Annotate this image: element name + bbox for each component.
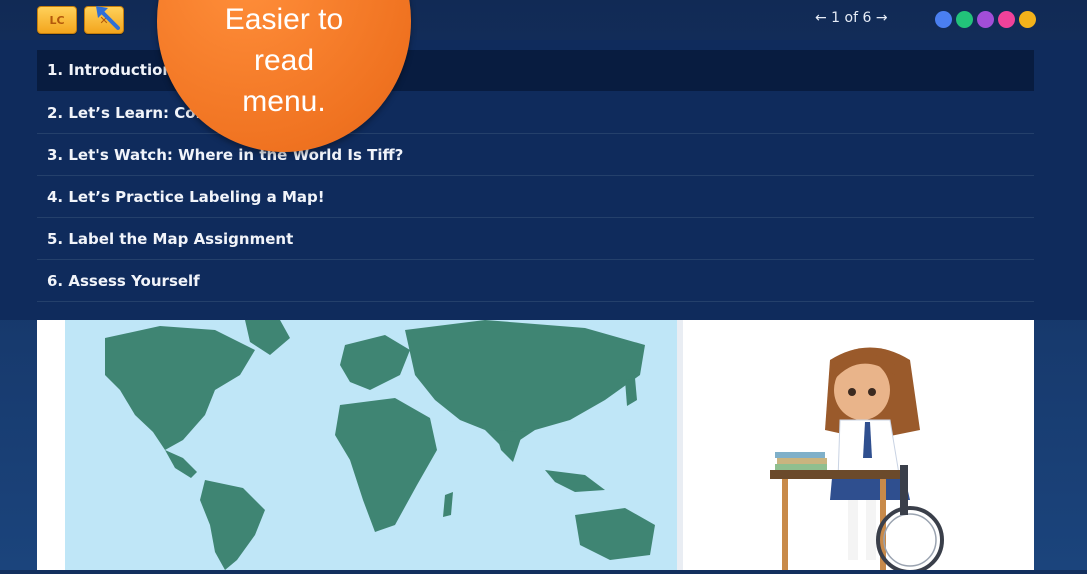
- menu-item-lets-practice[interactable]: 4. Let’s Practice Labeling a Map!: [37, 177, 1034, 218]
- callout-line: menu.: [242, 85, 326, 118]
- callout-line: read: [253, 44, 315, 77]
- progress-dot[interactable]: [977, 11, 994, 28]
- callout-line: Easier to: [224, 3, 344, 36]
- progress-dot[interactable]: [998, 11, 1015, 28]
- menu-item-assess-yourself[interactable]: 6. Assess Yourself: [37, 261, 1034, 302]
- world-map-image: [65, 320, 677, 570]
- menu-item-lets-watch[interactable]: 3. Let's Watch: Where in the World Is Ti…: [37, 135, 1034, 176]
- progress-dot[interactable]: [1019, 11, 1036, 28]
- page-indicator[interactable]: ← 1 of 6 →: [815, 10, 888, 26]
- student-illustration: [760, 340, 980, 574]
- progress-dot[interactable]: [956, 11, 973, 28]
- pointer-arrow-icon: [96, 6, 120, 30]
- panel-divider: [677, 320, 683, 570]
- menu-item-label-map-assignment[interactable]: 5. Label the Map Assignment: [37, 219, 1034, 260]
- progress-dot[interactable]: [935, 11, 952, 28]
- progress-dots: [935, 11, 1036, 28]
- learning-center-button[interactable]: LC: [37, 6, 77, 34]
